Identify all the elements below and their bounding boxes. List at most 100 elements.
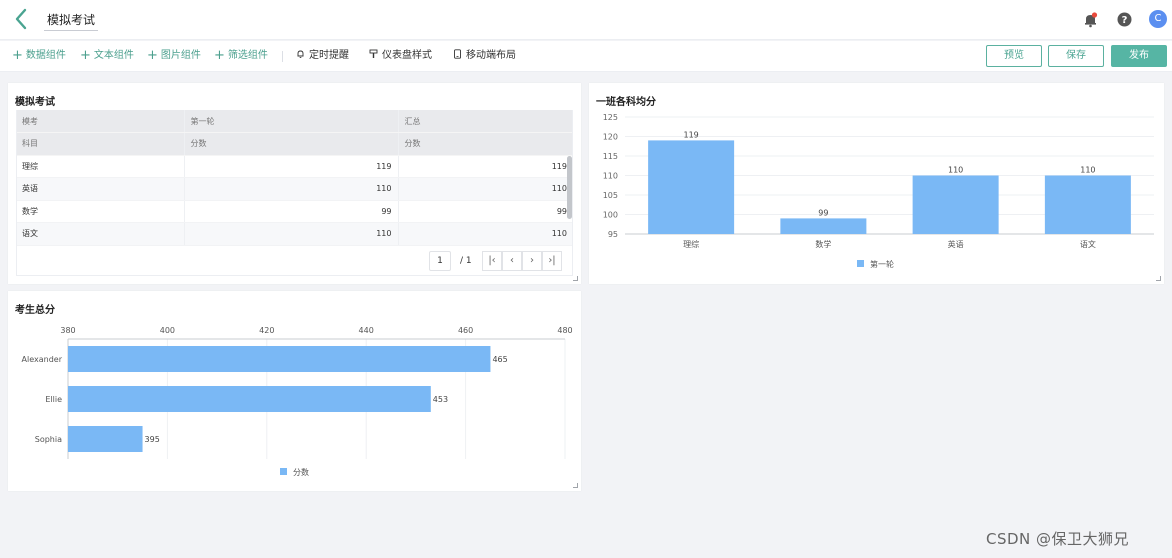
score-cell: 110 [184, 177, 399, 201]
add-data-component-button[interactable]: + 数据组件 [12, 48, 66, 64]
header-cell[interactable]: 第一轮 [184, 110, 399, 133]
paint-brush-icon [369, 49, 378, 58]
x-tick-label: 460 [458, 326, 473, 335]
score-cell: 119 [184, 155, 399, 178]
bar [68, 346, 491, 372]
plus-icon: + [12, 48, 23, 63]
bar-value-label: 453 [433, 395, 448, 404]
header-cell[interactable]: 汇总 [398, 110, 573, 133]
save-button[interactable]: 保存 [1048, 45, 1104, 67]
bar [68, 426, 143, 452]
table-row[interactable]: 英语 110 110 [16, 177, 573, 201]
table-header-row: 模考 第一轮 汇总 [16, 110, 573, 133]
resize-handle[interactable] [573, 276, 578, 281]
user-avatar[interactable]: C [1149, 10, 1167, 28]
toolbar-divider [282, 51, 283, 62]
prev-page-button[interactable]: ‹ [502, 251, 522, 271]
last-page-button[interactable]: ›| [542, 251, 562, 271]
notification-bell-icon[interactable] [1082, 11, 1099, 28]
bar-value-label: 99 [818, 208, 828, 217]
dashboard-style-button[interactable]: 仪表盘样式 [369, 48, 432, 64]
svg-text:?: ? [1122, 15, 1128, 26]
x-tick-label: 理综 [683, 239, 699, 249]
legend-swatch [857, 260, 864, 267]
plus-icon: + [80, 48, 91, 63]
bar [1044, 175, 1131, 234]
y-tick-label: 115 [603, 152, 618, 161]
x-tick-label: 380 [60, 326, 75, 335]
bell-icon [297, 50, 304, 59]
top-header: 模拟考试 ? C [0, 0, 1172, 40]
x-tick-label: 420 [259, 326, 274, 335]
student-total-bar-chart: 380 400 420 440 460 480 465 Alexander 453 Ellie 39… [22, 326, 573, 477]
legend-swatch [280, 468, 287, 475]
header-cell[interactable]: 分数 [184, 132, 399, 156]
y-tick-label: Ellie [45, 395, 62, 404]
x-tick-label: 400 [160, 326, 175, 335]
exam-score-table: 模考 第一轮 汇总 科目 分数 分数 理综 119 119 英语 110 110… [16, 110, 573, 246]
bar-value-label: 465 [492, 355, 507, 364]
mobile-layout-button[interactable]: 移动端布局 [453, 48, 516, 64]
vertical-scrollbar[interactable] [567, 156, 572, 219]
header-cell[interactable]: 科目 [16, 132, 185, 156]
total-cell: 110 [398, 177, 573, 201]
y-tick-label: 105 [603, 191, 618, 200]
total-cell: 110 [398, 222, 573, 246]
bar-value-label: 395 [145, 435, 160, 444]
page-number-input[interactable]: 1 [429, 251, 451, 271]
mobile-icon [454, 49, 461, 59]
table-row[interactable]: 数学 99 99 [16, 200, 573, 223]
bar-value-label: 119 [683, 130, 698, 139]
subject-cell: 理综 [16, 155, 185, 178]
y-tick-label: 95 [608, 230, 618, 239]
table-row[interactable]: 语文 110 110 [16, 222, 573, 246]
table-row[interactable]: 理综 119 119 [16, 155, 573, 178]
bar [68, 386, 431, 412]
y-tick-label: Alexander [22, 355, 63, 364]
bar [912, 175, 999, 234]
legend-label: 分数 [293, 467, 309, 477]
add-filter-component-button[interactable]: + 筛选组件 [214, 48, 268, 64]
y-tick-label: 120 [603, 133, 618, 142]
toolbar: + 数据组件 + 文本组件 + 图片组件 + 筛选组件 定时提醒 仪表盘样式 移动端布局… [0, 41, 1172, 72]
table-header-row: 科目 分数 分数 [16, 132, 573, 156]
resize-handle[interactable] [1156, 276, 1161, 281]
resize-handle[interactable] [573, 483, 578, 488]
class-average-chart-panel[interactable]: 一班各科均分 95 100 105 110 115 120 125 119 理综 99 数学 110 英… [589, 83, 1164, 284]
bar [780, 218, 867, 234]
header-cell[interactable]: 模考 [16, 110, 185, 133]
x-tick-label: 语文 [1080, 239, 1096, 249]
panel-title: 模拟考试 [15, 97, 55, 108]
total-cell: 119 [398, 155, 573, 178]
exam-table-panel[interactable]: 模拟考试 模考 第一轮 汇总 科目 分数 分数 理综 119 119 英语 11… [8, 83, 581, 284]
subject-cell: 英语 [16, 177, 185, 201]
publish-button[interactable]: 发布 [1111, 45, 1167, 67]
x-tick-label: 480 [557, 326, 572, 335]
preview-button[interactable]: 预览 [986, 45, 1042, 67]
next-page-button[interactable]: › [522, 251, 542, 271]
chevron-right-icon: › [530, 255, 534, 266]
help-icon[interactable]: ? [1116, 11, 1133, 28]
x-tick-label: 英语 [948, 239, 964, 249]
student-total-chart-panel[interactable]: 考生总分 380 400 420 440 460 480 465 Alexander 453 El… [8, 291, 581, 491]
scheduled-reminder-button[interactable]: 定时提醒 [296, 48, 349, 64]
plus-icon: + [214, 48, 225, 63]
add-image-component-button[interactable]: + 图片组件 [147, 48, 201, 64]
dashboard-title[interactable]: 模拟考试 [44, 9, 99, 31]
y-tick-label: 125 [603, 113, 618, 122]
chevron-left-icon: ‹ [510, 255, 514, 266]
bar-value-label: 110 [1080, 166, 1095, 175]
class-average-bar-chart: 95 100 105 110 115 120 125 119 理综 99 数学 110 英语 110 语文第… [603, 113, 1154, 269]
total-cell: 99 [398, 200, 573, 223]
header-cell[interactable]: 分数 [398, 132, 573, 156]
y-tick-label: 110 [603, 172, 618, 181]
watermark: CSDN @保卫大狮兄 [986, 530, 1130, 548]
add-text-component-button[interactable]: + 文本组件 [80, 48, 134, 64]
bar-value-label: 110 [948, 166, 963, 175]
back-arrow-icon[interactable] [10, 7, 34, 31]
legend-label: 第一轮 [870, 259, 894, 269]
first-page-icon: |‹ [488, 255, 496, 266]
y-tick-label: 100 [603, 211, 618, 220]
x-tick-label: 数学 [815, 239, 831, 249]
first-page-button[interactable]: |‹ [482, 251, 502, 271]
